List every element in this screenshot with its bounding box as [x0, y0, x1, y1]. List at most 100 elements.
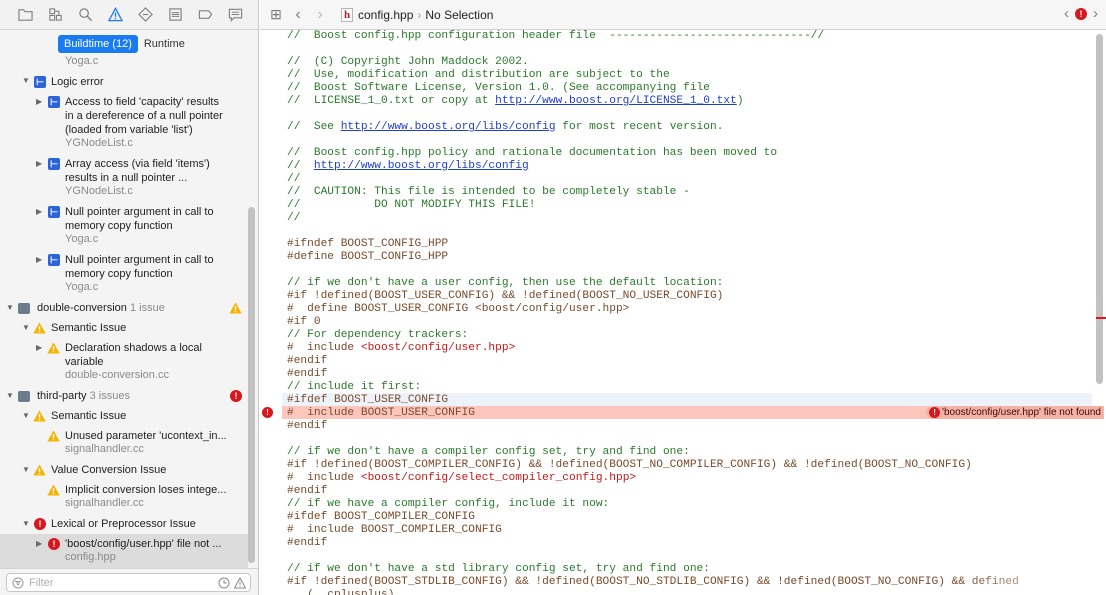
- disclosure-closed-icon[interactable]: ▶: [36, 208, 44, 216]
- code-line[interactable]: //: [287, 173, 300, 186]
- debug-icon[interactable]: [160, 0, 190, 30]
- category-label: Lexical or Preprocessor Issue: [51, 518, 196, 530]
- code-line[interactable]: // if we don't have a compiler config se…: [287, 446, 690, 459]
- find-icon[interactable]: [70, 0, 100, 30]
- category-semantic-issue[interactable]: ▼ Semantic Issue: [0, 408, 248, 426]
- code-area[interactable]: // Boost config.hpp configuration header…: [287, 30, 1092, 595]
- code-line[interactable]: // LICENSE_1_0.txt or copy at http://www…: [287, 95, 744, 108]
- editor-scrollbar[interactable]: [1096, 34, 1103, 384]
- disclosure-open-icon[interactable]: ▼: [22, 520, 30, 528]
- code-line[interactable]: #endif: [287, 537, 327, 550]
- category-lexical-preprocessor-issue[interactable]: ▼ ! Lexical or Preprocessor Issue: [0, 516, 248, 534]
- related-items-grid-icon[interactable]: ⊞: [265, 6, 287, 23]
- next-issue-icon[interactable]: ›: [1093, 6, 1098, 21]
- category-semantic-issue[interactable]: ▼ Semantic Issue: [0, 320, 248, 338]
- code-line[interactable]: #endif: [287, 420, 327, 433]
- code-line[interactable]: // DO NOT MODIFY THIS FILE!: [287, 199, 535, 212]
- issue-item[interactable]: ▶ Declaration shadows a local variable d…: [0, 340, 248, 386]
- forward-chevron-icon[interactable]: ›: [309, 6, 331, 24]
- code-line[interactable]: // CAUTION: This file is intended to be …: [287, 186, 690, 199]
- disclosure-closed-icon[interactable]: ▶: [36, 98, 44, 106]
- code-line[interactable]: // Boost Software License, Version 1.0. …: [287, 82, 710, 95]
- error-icon[interactable]: !: [1075, 8, 1087, 20]
- disclosure-open-icon[interactable]: ▼: [6, 304, 14, 312]
- issue-item[interactable]: ▶ ⊢ Access to field 'capacity' results i…: [0, 94, 248, 154]
- code-line[interactable]: # include BOOST_COMPILER_CONFIG: [287, 524, 502, 537]
- tab-runtime[interactable]: Runtime: [138, 35, 191, 53]
- issue-icon[interactable]: [100, 0, 130, 30]
- tab-buildtime[interactable]: Buildtime (12): [58, 35, 138, 53]
- disclosure-open-icon[interactable]: ▼: [6, 392, 14, 400]
- issue-item[interactable]: Implicit conversion loses intege... sign…: [0, 482, 248, 514]
- issue-item[interactable]: Unused parameter 'ucontext_in... signalh…: [0, 428, 248, 460]
- code-line[interactable]: #endif: [287, 355, 327, 368]
- filter-field[interactable]: [6, 573, 251, 592]
- issue-filter-warning-icon[interactable]: [234, 577, 246, 589]
- code-line[interactable]: (__cplusplus): [287, 589, 394, 595]
- code-line[interactable]: #if !defined(BOOST_STDLIB_CONFIG) && !de…: [287, 576, 1019, 589]
- disclosure-open-icon[interactable]: ▼: [22, 77, 30, 85]
- disclosure-closed-icon[interactable]: ▶: [36, 160, 44, 168]
- code-line[interactable]: //: [287, 212, 300, 225]
- code-line[interactable]: // include it first:: [287, 381, 421, 394]
- code-line[interactable]: // Use, modification and distribution ar…: [287, 69, 670, 82]
- inline-error-message[interactable]: ! 'boost/config/user.hpp' file not found: [926, 406, 1104, 419]
- disclosure-closed-icon[interactable]: ▶: [36, 540, 44, 548]
- code-line[interactable]: #define BOOST_CONFIG_HPP: [287, 251, 448, 264]
- issue-item-selected[interactable]: ▶ ! 'boost/config/user.hpp' file not ...…: [0, 534, 248, 568]
- code-line[interactable]: # define BOOST_USER_CONFIG <boost/config…: [287, 303, 629, 316]
- issue-item[interactable]: ▶ ⊢ Array access (via field 'items') res…: [0, 156, 248, 202]
- category-logic-error[interactable]: ▼ ⊢ Logic error: [0, 74, 248, 92]
- category-value-conversion-issue[interactable]: ▼ Value Conversion Issue: [0, 462, 248, 480]
- project-double-conversion[interactable]: ▼ double-conversion 1 issue: [0, 300, 248, 318]
- recent-filter-clock-icon[interactable]: [218, 577, 230, 589]
- code-line[interactable]: #if !defined(BOOST_COMPILER_CONFIG) && !…: [287, 459, 972, 472]
- folder-icon[interactable]: [10, 0, 40, 30]
- code-line[interactable]: // (C) Copyright John Maddock 2002.: [287, 56, 529, 69]
- code-token: // if we don't have a std library config…: [287, 563, 710, 575]
- code-line[interactable]: // if we have a compiler config, include…: [287, 498, 609, 511]
- navigator-scrollbar[interactable]: [248, 207, 255, 563]
- code-line[interactable]: // if we don't have a user config, then …: [287, 277, 723, 290]
- disclosure-open-icon[interactable]: ▼: [22, 412, 30, 420]
- report-icon[interactable]: [220, 0, 250, 30]
- breakpoint-icon[interactable]: [190, 0, 220, 30]
- disclosure-open-icon[interactable]: ▼: [22, 466, 30, 474]
- error-gutter-icon[interactable]: !: [262, 407, 273, 418]
- code-line[interactable]: #if !defined(BOOST_USER_CONFIG) && !defi…: [287, 290, 723, 303]
- code-line[interactable]: // See http://www.boost.org/libs/config …: [287, 121, 723, 134]
- code-line[interactable]: #ifdef BOOST_COMPILER_CONFIG: [287, 511, 475, 524]
- back-chevron-icon[interactable]: ‹: [287, 6, 309, 24]
- code-line[interactable]: #ifndef BOOST_CONFIG_HPP: [287, 238, 448, 251]
- code-line[interactable]: // Boost config.hpp policy and rationale…: [287, 147, 777, 160]
- code-line[interactable]: #endif: [287, 368, 327, 381]
- jump-bar-file[interactable]: config.hpp: [358, 8, 413, 22]
- code-line[interactable]: // Boost config.hpp configuration header…: [287, 30, 824, 43]
- code-token: #endif: [287, 420, 328, 432]
- jump-bar-selection[interactable]: No Selection: [425, 8, 493, 22]
- disclosure-open-icon[interactable]: ▼: [22, 324, 30, 332]
- code-link[interactable]: http://www.boost.org/libs/config: [314, 160, 529, 172]
- code-line[interactable]: # include BOOST_USER_CONFIG: [287, 407, 475, 420]
- filter-input[interactable]: [29, 576, 209, 590]
- code-line[interactable]: // For dependency trackers:: [287, 329, 468, 342]
- code-line[interactable]: # include <boost/config/select_compiler_…: [287, 472, 636, 485]
- code-line[interactable]: // http://www.boost.org/libs/config: [287, 160, 529, 173]
- code-line[interactable]: // if we don't have a std library config…: [287, 563, 710, 576]
- disclosure-closed-icon[interactable]: ▶: [36, 256, 44, 264]
- code-token: #if !defined(BOOST_USER_CONFIG) && !defi…: [287, 290, 724, 302]
- code-line[interactable]: # include <boost/config/user.hpp>: [287, 342, 515, 355]
- project-third-party[interactable]: ▼ third-party 3 issues !: [0, 388, 248, 406]
- code-line[interactable]: #ifdef BOOST_USER_CONFIG: [287, 394, 448, 407]
- issue-item[interactable]: ▶ ⊢ Null pointer argument in call to mem…: [0, 204, 248, 250]
- disclosure-closed-icon[interactable]: ▶: [36, 344, 44, 352]
- previous-issue-icon[interactable]: ‹: [1064, 6, 1069, 21]
- code-link[interactable]: http://www.boost.org/libs/config: [341, 121, 556, 133]
- code-link[interactable]: http://www.boost.org/LICENSE_1_0.txt: [495, 95, 737, 107]
- issue-item[interactable]: ▶ ⊢ Null pointer argument in call to mem…: [0, 252, 248, 298]
- test-icon[interactable]: [130, 0, 160, 30]
- source-control-icon[interactable]: [40, 0, 70, 30]
- code-line[interactable]: #if 0: [287, 316, 321, 329]
- editor-gutter[interactable]: [260, 30, 282, 595]
- code-line[interactable]: #endif: [287, 485, 327, 498]
